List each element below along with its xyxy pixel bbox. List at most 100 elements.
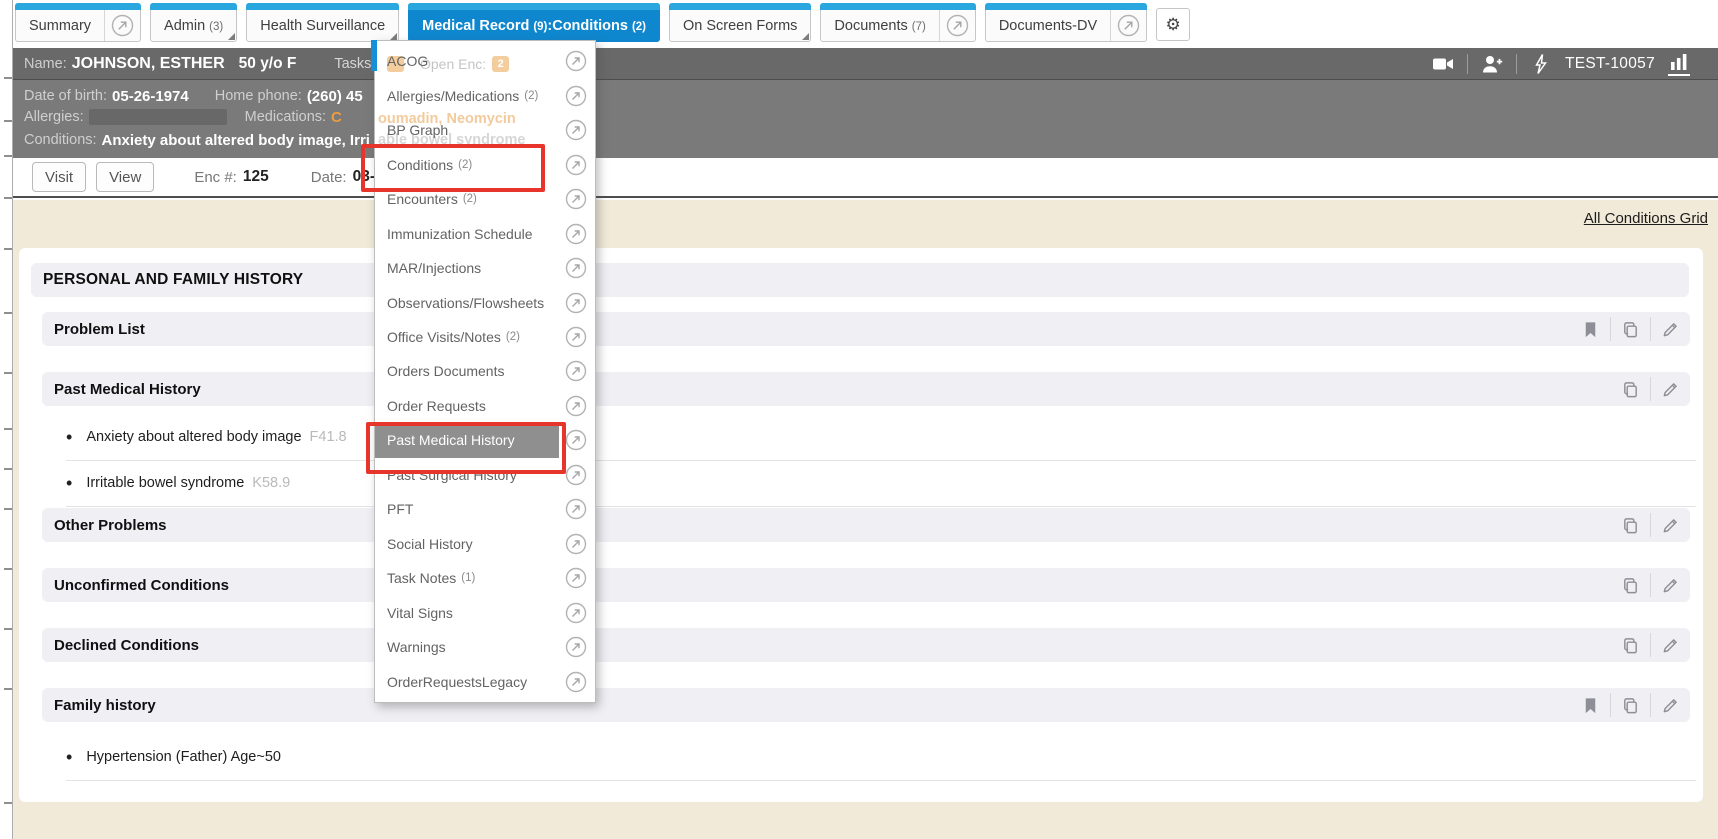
bullet-icon: • xyxy=(66,474,72,492)
list-item: • Hypertension (Father) Age~50 xyxy=(66,734,1696,781)
menu-item-allergies-medications[interactable]: Allergies/Medications(2) xyxy=(375,78,595,112)
medical-record-menu: Open Enc: 2 oumadin, Neomycin able bowel… xyxy=(374,40,596,703)
open-in-new-icon[interactable] xyxy=(565,154,587,176)
section-other-problems: Other Problems xyxy=(42,508,1690,542)
add-person-icon[interactable] xyxy=(1481,53,1503,75)
menu-item-social-history[interactable]: Social History xyxy=(375,527,595,561)
open-in-new-icon[interactable] xyxy=(565,360,587,382)
tab-on-screen-forms[interactable]: On Screen Forms xyxy=(669,3,811,42)
tab-medical-record[interactable]: Medical Record (9) :Conditions (2) xyxy=(408,3,660,42)
open-in-new-icon[interactable] xyxy=(565,395,587,417)
enc-number-label: Enc #: xyxy=(194,169,237,186)
divider xyxy=(1650,317,1651,341)
list-item: • Anxiety about altered body image F41.8 xyxy=(66,414,1696,461)
edit-pencil-icon[interactable] xyxy=(1661,576,1680,595)
divider xyxy=(1516,54,1517,74)
menu-item-orders-documents[interactable]: Orders Documents xyxy=(375,354,595,388)
bar-chart-icon[interactable] xyxy=(1668,51,1690,76)
open-in-new-icon[interactable] xyxy=(565,567,587,589)
view-button[interactable]: View xyxy=(96,162,154,192)
copy-icon[interactable] xyxy=(1621,320,1640,339)
edit-pencil-icon[interactable] xyxy=(1661,516,1680,535)
tab-documents[interactable]: Documents (7) xyxy=(820,3,975,42)
menu-item-acog[interactable]: ACOG xyxy=(375,44,595,78)
patient-demographics: Date of birth: 05-26-1974 Home phone: (2… xyxy=(12,80,1718,150)
section-past-medical-history: Past Medical History xyxy=(42,372,1690,406)
tab-summary-open-button[interactable] xyxy=(104,4,140,41)
divider xyxy=(1650,513,1651,537)
conditions-value: Anxiety about altered body image, Irri xyxy=(102,132,370,149)
gutter-tick xyxy=(4,312,12,314)
copy-icon[interactable] xyxy=(1621,696,1640,715)
copy-icon[interactable] xyxy=(1621,576,1640,595)
edit-pencil-icon[interactable] xyxy=(1661,696,1680,715)
tab-admin[interactable]: Admin (3) xyxy=(150,3,237,42)
edit-pencil-icon[interactable] xyxy=(1661,380,1680,399)
video-camera-icon[interactable] xyxy=(1432,53,1454,75)
menu-item-vital-signs[interactable]: Vital Signs xyxy=(375,596,595,630)
gutter-tick xyxy=(4,197,12,199)
open-in-new-icon[interactable] xyxy=(565,671,587,693)
menu-item-mar-injections[interactable]: MAR/Injections xyxy=(375,251,595,285)
open-in-new-icon xyxy=(1117,14,1140,37)
tab-count: (2) xyxy=(632,19,646,33)
dob-value: 05-26-1974 xyxy=(112,88,189,105)
tab-documents-dv-open-button[interactable] xyxy=(1110,4,1146,41)
visit-button[interactable]: Visit xyxy=(32,162,86,192)
open-in-new-icon[interactable] xyxy=(565,429,587,451)
menu-item-pft[interactable]: PFT xyxy=(375,492,595,526)
tab-health-surveillance[interactable]: Health Surveillance xyxy=(246,3,399,42)
gear-icon: ⚙ xyxy=(1166,15,1181,35)
bookmark-icon[interactable] xyxy=(1581,320,1600,339)
open-in-new-icon[interactable] xyxy=(565,533,587,555)
tab-label: Summary xyxy=(29,18,91,34)
open-in-new-icon[interactable] xyxy=(565,223,587,245)
menu-item-immunization-schedule[interactable]: Immunization Schedule xyxy=(375,216,595,250)
patient-header: Name: JOHNSON, ESTHER 50 y/o F Tasks TES… xyxy=(12,48,1718,158)
copy-icon[interactable] xyxy=(1621,636,1640,655)
personal-family-history-panel: PERSONAL AND FAMILY HISTORY Problem List… xyxy=(19,248,1703,802)
bullet-icon: • xyxy=(66,428,72,446)
allergies-label: Allergies: xyxy=(24,109,84,125)
copy-icon[interactable] xyxy=(1621,380,1640,399)
open-in-new-icon[interactable] xyxy=(565,119,587,141)
menu-item-order-requests[interactable]: Order Requests xyxy=(375,389,595,423)
tab-documents-open-button[interactable] xyxy=(939,4,975,41)
menu-item-bp-graph[interactable]: BP Graph xyxy=(375,113,595,147)
menu-item-office-visits-notes[interactable]: Office Visits/Notes(2) xyxy=(375,320,595,354)
settings-button[interactable]: ⚙ xyxy=(1156,8,1190,41)
open-in-new-icon[interactable] xyxy=(565,636,587,658)
bookmark-icon[interactable] xyxy=(1581,696,1600,715)
all-conditions-grid-link[interactable]: All Conditions Grid xyxy=(1584,210,1708,227)
open-in-new-icon[interactable] xyxy=(565,326,587,348)
open-in-new-icon[interactable] xyxy=(565,257,587,279)
copy-icon[interactable] xyxy=(1621,516,1640,535)
gutter-tick xyxy=(4,155,12,157)
tab-summary[interactable]: Summary xyxy=(15,3,141,42)
menu-item-task-notes[interactable]: Task Notes(1) xyxy=(375,561,595,595)
annotation-box-past-medical-history xyxy=(366,422,566,474)
divider xyxy=(1650,377,1651,401)
open-in-new-icon[interactable] xyxy=(565,188,587,210)
open-in-new-icon[interactable] xyxy=(565,50,587,72)
edit-pencil-icon[interactable] xyxy=(1661,636,1680,655)
section-declined-conditions: Declined Conditions xyxy=(42,628,1690,662)
open-in-new-icon[interactable] xyxy=(565,85,587,107)
tasks-label: Tasks xyxy=(334,56,371,72)
patient-name: JOHNSON, ESTHER xyxy=(72,55,225,73)
gutter-tick xyxy=(4,248,12,250)
lightning-icon[interactable] xyxy=(1530,53,1552,75)
menu-item-orderrequestslegacy[interactable]: OrderRequestsLegacy xyxy=(375,664,595,698)
open-in-new-icon[interactable] xyxy=(565,292,587,314)
open-in-new-icon[interactable] xyxy=(565,498,587,520)
tab-documents-dv[interactable]: Documents-DV xyxy=(985,3,1147,42)
gutter-tick xyxy=(4,468,12,470)
dob-label: Date of birth: xyxy=(24,88,107,104)
menu-item-warnings[interactable]: Warnings xyxy=(375,630,595,664)
medications-label: Medications: xyxy=(245,109,326,125)
edit-pencil-icon[interactable] xyxy=(1661,320,1680,339)
open-in-new-icon[interactable] xyxy=(565,464,587,486)
menu-item-observations-flowsheets[interactable]: Observations/Flowsheets xyxy=(375,285,595,319)
open-in-new-icon[interactable] xyxy=(565,602,587,624)
gutter-tick xyxy=(4,802,12,804)
